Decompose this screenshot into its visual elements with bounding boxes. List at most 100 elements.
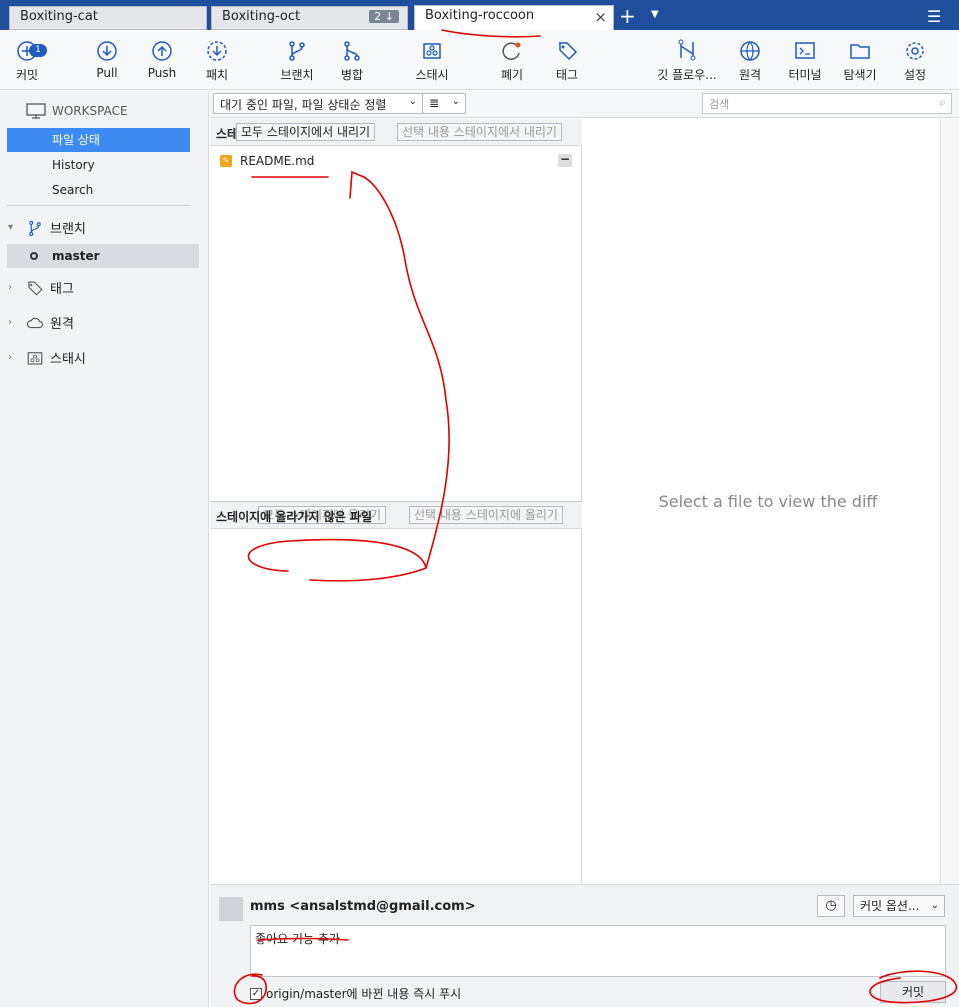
commit-options-label: 커밋 옵션... (860, 899, 920, 913)
unstaged-files-panel: 모두 스테이지에 올리기 스테이지에 올라가지 않은 파일 선택 내용 스테이지… (210, 501, 582, 884)
stashes-label: 스태시 (50, 352, 86, 367)
commit-options-select[interactable]: 커밋 옵션... ⌄ (853, 895, 945, 917)
gear-icon (885, 38, 945, 66)
staged-panel-header: 스테 모두 스테이지에서 내리기 선택 내용 스테이지에서 내리기 (210, 119, 582, 146)
fetch-button[interactable]: 패치 (187, 38, 247, 83)
fetch-icon (187, 38, 247, 66)
push-arrow-icon (132, 38, 192, 66)
staged-file-row[interactable]: ✎ README.md − (220, 151, 578, 171)
list-view-mode-select[interactable]: ≣ ⌄ (422, 93, 466, 114)
list-mode-icon: ≣ (429, 96, 440, 110)
stash-label: 스태시 (415, 68, 449, 82)
globe-icon (720, 38, 780, 66)
remote-button[interactable]: 원격 (720, 38, 780, 83)
chevron-down-icon: ⌄ (451, 96, 460, 107)
branch-label: 브랜치 (280, 68, 314, 82)
push-immediately-checkbox[interactable]: ✓ origin/master에 바뀐 내용 즉시 푸시 (250, 985, 461, 1002)
branch-icon (29, 220, 41, 236)
sidebar-item-history[interactable]: History (7, 153, 190, 177)
stage-selected-button[interactable]: 선택 내용 스테이지에 올리기 (409, 506, 563, 524)
filter-bar: 대기 중인 파일, 파일 상태순 정렬 ⌄ ≣ ⌄ 검색 ⌕ (210, 91, 959, 118)
stash-icon (27, 351, 43, 365)
pull-label: Pull (96, 66, 118, 80)
clock-icon[interactable]: ◷ (817, 895, 845, 917)
sidebar-section-stashes[interactable]: › 스태시 (8, 348, 86, 367)
remote-label: 원격 (738, 68, 762, 82)
push-immediately-label: origin/master에 바뀐 내용 즉시 푸시 (266, 987, 462, 1001)
search-input[interactable]: 검색 ⌕ (702, 93, 952, 114)
sidebar-item-label: History (52, 158, 95, 172)
unstage-file-icon[interactable]: − (558, 153, 572, 167)
discard-icon (482, 38, 542, 66)
fetch-label: 패치 (205, 68, 229, 82)
stash-button[interactable]: 스태시 (402, 38, 462, 83)
tab-dropdown-icon[interactable]: ▼ (651, 9, 659, 20)
diff-empty-message: Select a file to view the diff (658, 492, 878, 511)
commit-message-input[interactable]: 좋아요 기능 추가 (250, 925, 946, 977)
tag-icon (537, 38, 597, 66)
push-button[interactable]: Push (132, 38, 192, 80)
tab-boxiting-oct[interactable]: Boxiting-oct 2 ↓ (211, 6, 408, 30)
gitflow-button[interactable]: 깃 플로우... (657, 38, 717, 83)
discard-label: 폐기 (500, 68, 524, 82)
merge-button[interactable]: 병합 (322, 38, 382, 83)
commit-submit-label: 커밋 (901, 985, 925, 999)
stash-icon (402, 38, 462, 66)
tab-boxiting-cat[interactable]: Boxiting-cat (9, 6, 207, 30)
terminal-button[interactable]: 터미널 (775, 38, 835, 83)
avatar (219, 897, 243, 921)
commit-message-text: 좋아요 기능 추가 (255, 932, 340, 946)
discard-button[interactable]: 폐기 (482, 38, 542, 83)
sidebar-section-remotes[interactable]: › 원격 (8, 313, 74, 332)
commit-button[interactable]: 1 커밋 (0, 38, 57, 83)
modified-file-icon: ✎ (220, 155, 232, 167)
sidebar-section-branches[interactable]: ▾ 브랜치 (8, 218, 86, 237)
terminal-label: 터미널 (788, 68, 822, 82)
main-toolbar: 1 커밋 Pull Push 패치 브랜치 병합 스태시 폐기 태그 깃 플로우… (0, 30, 959, 90)
merge-icon (322, 38, 382, 66)
commit-submit-button[interactable]: 커밋 (880, 981, 946, 1003)
unstage-all-button[interactable]: 모두 스테이지에서 내리기 (236, 123, 376, 141)
tab-boxiting-roccoon[interactable]: Boxiting-roccoon × (414, 5, 614, 30)
sidebar-divider (7, 205, 190, 206)
commit-author: mms <ansalstmd@gmail.com> (250, 899, 476, 914)
workspace-label: WORKSPACE (52, 104, 128, 118)
branch-icon (267, 38, 327, 66)
tag-label: 태그 (555, 68, 579, 82)
file-status-filter-select[interactable]: 대기 중인 파일, 파일 상태순 정렬 ⌄ (213, 93, 423, 114)
tab-label: Boxiting-roccoon (425, 8, 535, 23)
commit-label: 커밋 (15, 68, 39, 82)
explorer-label: 탐색기 (843, 68, 877, 82)
diff-scrollbar[interactable] (940, 119, 959, 884)
workspace-header: WORKSPACE (26, 103, 128, 119)
close-icon[interactable]: × (594, 8, 607, 26)
unstaged-panel-header: 모두 스테이지에 올리기 스테이지에 올라가지 않은 파일 선택 내용 스테이지… (210, 502, 582, 529)
tag-icon (28, 280, 43, 296)
filter-mode-value: 대기 중인 파일, 파일 상태순 정렬 (220, 98, 387, 112)
sidebar-item-file-status[interactable]: 파일 상태 (7, 128, 190, 152)
tab-bar: Boxiting-cat Boxiting-oct 2 ↓ Boxiting-r… (0, 0, 959, 30)
tag-button[interactable]: 태그 (537, 38, 597, 83)
commit-area: mms <ansalstmd@gmail.com> ◷ 커밋 옵션... ⌄ 좋… (210, 884, 959, 1007)
add-tab-icon[interactable]: + (619, 4, 636, 28)
sidebar-section-tags[interactable]: › 태그 (8, 278, 74, 297)
explorer-button[interactable]: 탐색기 (830, 38, 890, 83)
chevron-right-icon: › (8, 282, 12, 293)
branches-label: 브랜치 (50, 222, 86, 237)
pull-button[interactable]: Pull (77, 38, 137, 80)
chevron-right-icon: › (8, 317, 12, 328)
cloud-icon (26, 317, 43, 328)
settings-button[interactable]: 설정 (885, 38, 945, 83)
chevron-down-icon: ▾ (8, 222, 14, 233)
diff-view: Select a file to view the diff (583, 119, 940, 884)
unstage-selected-button[interactable]: 선택 내용 스테이지에서 내리기 (397, 123, 562, 141)
hamburger-menu-icon[interactable]: ☰ (927, 7, 941, 26)
file-name: README.md (240, 154, 315, 168)
remotes-label: 원격 (50, 317, 74, 332)
branch-name: master (52, 249, 100, 263)
branch-item-master[interactable]: master (7, 244, 199, 268)
chevron-right-icon: › (8, 352, 12, 363)
incoming-count-badge: 2 ↓ (369, 10, 399, 23)
branch-button[interactable]: 브랜치 (267, 38, 327, 83)
sidebar-item-search[interactable]: Search (7, 178, 190, 202)
